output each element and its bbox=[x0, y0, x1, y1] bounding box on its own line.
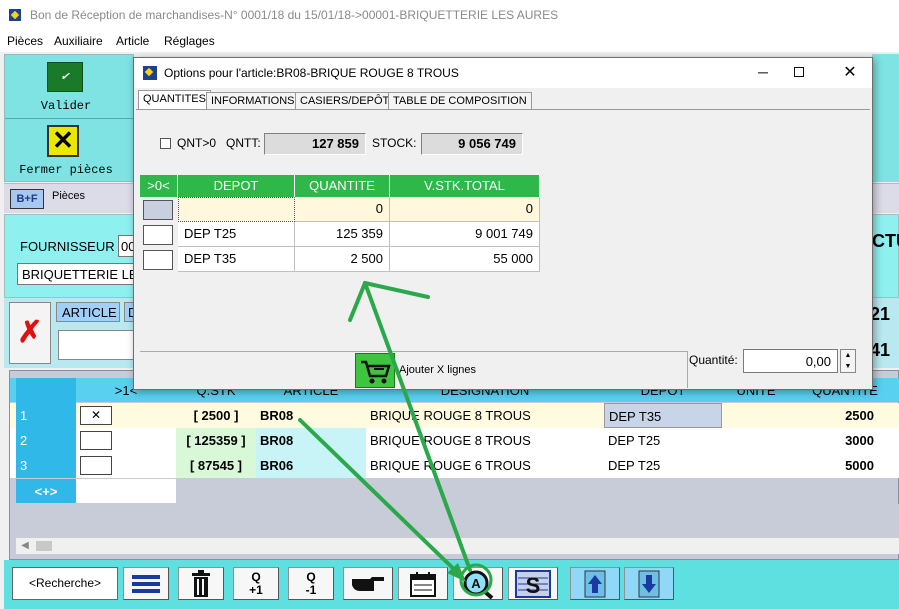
annotation-arrow-to-search bbox=[298, 418, 464, 579]
annotation-line-left bbox=[348, 281, 367, 322]
annotation-arrow-to-dialog bbox=[363, 281, 472, 572]
annotation-arrows bbox=[298, 281, 493, 597]
annotation-highlight-circle bbox=[459, 563, 493, 597]
annotation-line-top bbox=[363, 281, 430, 299]
